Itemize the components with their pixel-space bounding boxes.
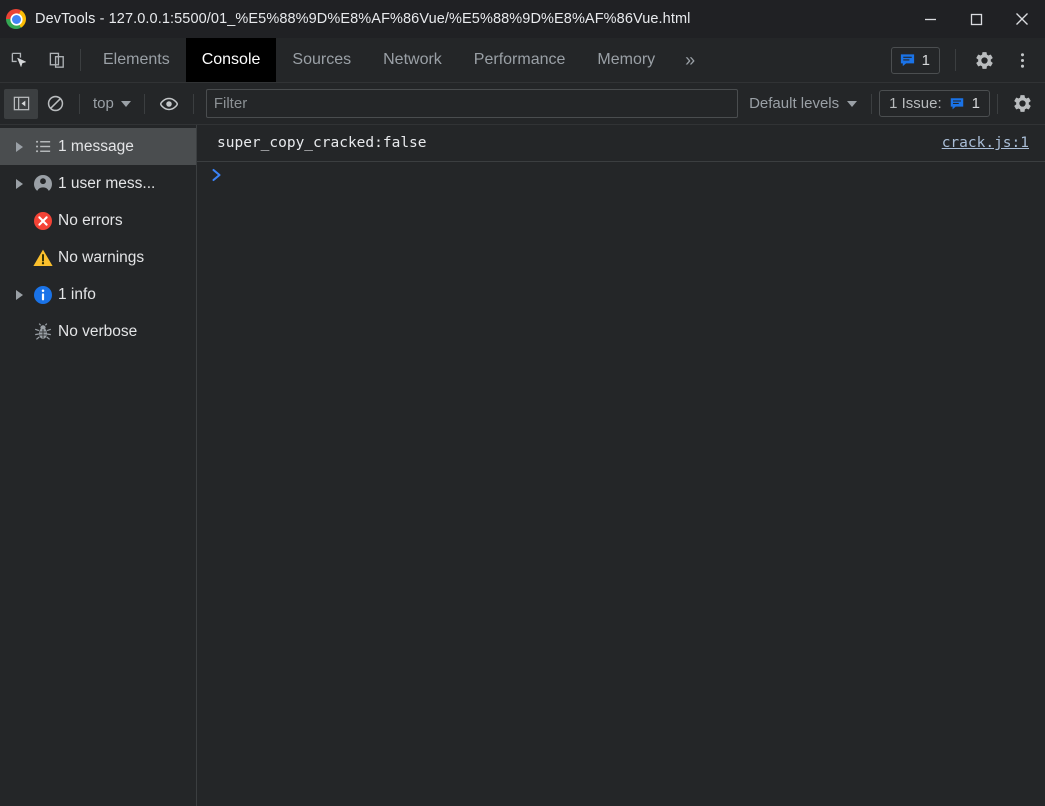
panel-tabs: Elements Console Sources Network Perform… bbox=[87, 38, 891, 82]
close-icon bbox=[1016, 13, 1028, 25]
sidebar-item-label: No errors bbox=[58, 211, 123, 229]
title-bar-left: DevTools - 127.0.0.1:5500/01_%E5%88%9D%E… bbox=[0, 9, 907, 29]
console-toolbar-divider-5 bbox=[997, 93, 998, 114]
console-filter-input[interactable] bbox=[205, 89, 739, 118]
console-toolbar-divider-1 bbox=[79, 93, 80, 114]
list-icon bbox=[28, 137, 58, 156]
create-live-expression-icon bbox=[159, 97, 178, 110]
close-button[interactable] bbox=[999, 0, 1045, 38]
maximize-icon bbox=[970, 13, 982, 25]
tab-network[interactable]: Network bbox=[367, 38, 458, 82]
tab-sources[interactable]: Sources bbox=[276, 38, 367, 82]
issues-count-label: 1 bbox=[971, 95, 980, 112]
create-live-expression-button[interactable] bbox=[152, 89, 186, 119]
expand-arrow-icon[interactable] bbox=[10, 178, 28, 189]
sidebar-item-label: 1 user mess... bbox=[58, 174, 156, 192]
tab-memory[interactable]: Memory bbox=[581, 38, 671, 82]
context-label: top bbox=[93, 95, 114, 112]
sidebar-item-errors[interactable]: No errors bbox=[0, 202, 196, 239]
kebab-menu-icon bbox=[1020, 52, 1024, 68]
tabbar-actions: 1 bbox=[890, 38, 1045, 82]
device-toolbar-button[interactable] bbox=[38, 38, 76, 82]
issues-counter-button[interactable]: 1 Issue: 1 bbox=[879, 90, 990, 117]
console-message-count-button[interactable]: 1 bbox=[890, 46, 940, 74]
message-bubble-icon bbox=[900, 53, 914, 66]
sidebar-item-messages[interactable]: 1 message bbox=[0, 128, 196, 165]
log-levels-selector[interactable]: Default levels bbox=[742, 91, 864, 116]
devtools-more-options-button[interactable] bbox=[1003, 51, 1041, 70]
maximize-button[interactable] bbox=[953, 0, 999, 38]
gear-icon bbox=[975, 51, 993, 69]
show-console-sidebar-icon bbox=[13, 96, 29, 111]
minimize-icon bbox=[924, 18, 936, 20]
javascript-context-selector[interactable]: top bbox=[87, 91, 137, 116]
more-tabs-chevron-icon[interactable]: » bbox=[671, 38, 709, 82]
toggle-console-sidebar-button[interactable] bbox=[4, 88, 38, 119]
issues-label: 1 Issue: bbox=[889, 95, 942, 112]
console-prompt-row[interactable] bbox=[197, 162, 1045, 198]
console-toolbar-divider-3 bbox=[192, 93, 194, 114]
chevron-down-icon bbox=[120, 100, 131, 107]
sidebar-item-label: 1 info bbox=[58, 285, 96, 303]
expand-arrow-icon[interactable] bbox=[10, 289, 28, 300]
console-settings-button[interactable] bbox=[1005, 89, 1039, 119]
tab-performance[interactable]: Performance bbox=[458, 38, 582, 82]
inspect-element-icon bbox=[11, 52, 26, 67]
devtools-settings-button[interactable] bbox=[965, 50, 1003, 71]
log-levels-label: Default levels bbox=[749, 95, 840, 112]
tab-console[interactable]: Console bbox=[185, 38, 277, 82]
tab-elements[interactable]: Elements bbox=[87, 38, 186, 82]
inspect-element-button[interactable] bbox=[0, 38, 38, 82]
window-title: DevTools - 127.0.0.1:5500/01_%E5%88%9D%E… bbox=[35, 11, 691, 27]
devtools-window: DevTools - 127.0.0.1:5500/01_%E5%88%9D%E… bbox=[0, 0, 1045, 806]
chevron-down-icon bbox=[847, 100, 858, 107]
title-bar: DevTools - 127.0.0.1:5500/01_%E5%88%9D%E… bbox=[0, 0, 1045, 38]
console-output-area[interactable]: super_copy_cracked:false crack.js:1 bbox=[197, 125, 1045, 806]
console-log-row[interactable]: super_copy_cracked:false crack.js:1 bbox=[197, 125, 1045, 162]
sidebar-item-info[interactable]: 1 info bbox=[0, 276, 196, 313]
console-body: 1 message 1 user mess... No errors No wa… bbox=[0, 125, 1045, 806]
console-empty-space[interactable] bbox=[197, 198, 1045, 806]
prompt-chevron-icon bbox=[209, 167, 225, 182]
clear-console-icon bbox=[47, 95, 63, 112]
device-toolbar-icon bbox=[49, 52, 64, 68]
error-icon bbox=[28, 210, 58, 232]
console-toolbar-divider-2 bbox=[143, 93, 145, 114]
sidebar-item-user-messages[interactable]: 1 user mess... bbox=[0, 165, 196, 202]
console-log-message: super_copy_cracked:false bbox=[217, 135, 427, 151]
user-icon bbox=[28, 173, 58, 195]
sidebar-item-warnings[interactable]: No warnings bbox=[0, 239, 196, 276]
sidebar-item-verbose[interactable]: No verbose bbox=[0, 313, 196, 350]
message-bubble-icon bbox=[950, 97, 963, 109]
bug-icon bbox=[28, 322, 58, 342]
minimize-button[interactable] bbox=[907, 0, 953, 38]
chrome-logo-icon bbox=[6, 9, 26, 29]
devtools-tab-bar: Elements Console Sources Network Perform… bbox=[0, 38, 1045, 83]
tabbar-divider bbox=[80, 49, 81, 71]
console-toolbar-divider-4 bbox=[871, 93, 873, 114]
sidebar-item-label: No warnings bbox=[58, 248, 145, 266]
gear-icon bbox=[1013, 95, 1031, 112]
tabbar-actions-divider bbox=[955, 49, 956, 71]
clear-console-button[interactable] bbox=[38, 89, 72, 119]
warning-icon bbox=[28, 247, 58, 269]
console-log-source-link[interactable]: crack.js:1 bbox=[942, 135, 1029, 151]
console-toolbar: top Default levels 1 Issue: 1 bbox=[0, 83, 1045, 125]
sidebar-item-label: No verbose bbox=[58, 322, 138, 340]
window-controls bbox=[907, 0, 1045, 38]
console-sidebar: 1 message 1 user mess... No errors No wa… bbox=[0, 125, 197, 806]
message-count-label: 1 bbox=[921, 51, 930, 69]
console-prompt-input[interactable] bbox=[225, 167, 1029, 185]
info-icon bbox=[28, 284, 58, 306]
expand-arrow-icon[interactable] bbox=[10, 141, 28, 152]
sidebar-item-label: 1 message bbox=[58, 137, 134, 155]
